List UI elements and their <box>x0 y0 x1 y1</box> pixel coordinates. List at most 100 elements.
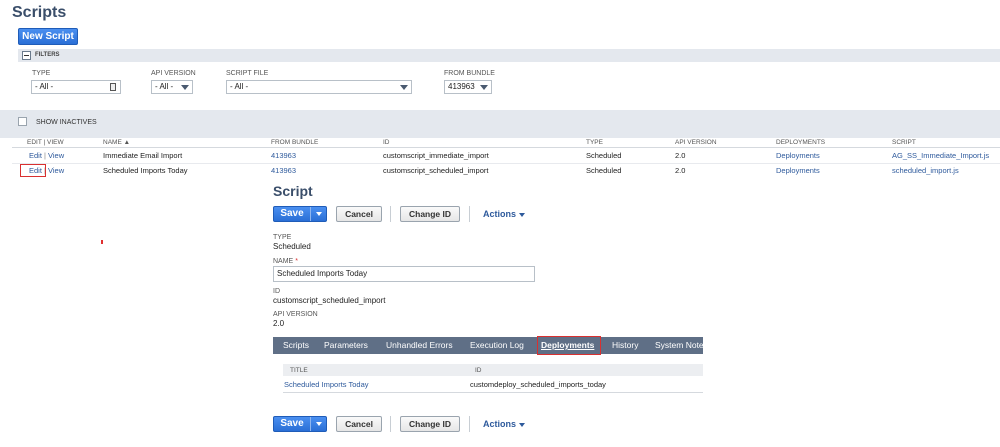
name-label-text: NAME <box>273 258 294 265</box>
filter-script-file-value: - All - <box>230 82 249 91</box>
name-label: NAME * <box>273 258 298 265</box>
api-version-label: API VERSION <box>273 311 318 318</box>
deployment-title-link[interactable]: Scheduled Imports Today <box>284 380 369 389</box>
chevron-down-icon <box>480 85 488 90</box>
api-version: 2.0 <box>675 166 686 175</box>
id-value: customscript_scheduled_import <box>273 296 386 305</box>
chevron-down-icon[interactable] <box>310 417 326 431</box>
deployments-link[interactable]: Deployments <box>776 151 820 160</box>
filter-script-file-select[interactable]: - All - <box>226 80 412 94</box>
annotation-mark <box>101 240 103 244</box>
tab-parameters[interactable]: Parameters <box>324 340 368 350</box>
toolbar-divider <box>469 416 470 432</box>
filters-header <box>18 49 1000 62</box>
actions-label: Actions <box>483 419 517 429</box>
show-inactives-checkbox[interactable] <box>18 117 27 126</box>
form-title: Script <box>273 183 313 199</box>
col-header-script[interactable]: SCRIPT <box>892 139 916 146</box>
col-header-edit-view: EDIT | VIEW <box>27 139 64 146</box>
filter-api-version-value: - All - <box>155 82 174 91</box>
edit-highlight-box <box>20 164 46 177</box>
col-header-name[interactable]: NAME ▲ <box>103 139 130 146</box>
tab-execution-log[interactable]: Execution Log <box>470 340 524 350</box>
col-header-api-version[interactable]: API VERSION <box>675 139 717 146</box>
bundle-link[interactable]: 413963 <box>271 151 296 160</box>
tab-unhandled-errors[interactable]: Unhandled Errors <box>386 340 453 350</box>
chevron-down-icon <box>181 85 189 90</box>
script-type: Scheduled <box>586 151 622 160</box>
view-link[interactable]: View <box>48 166 64 175</box>
caret-down-icon <box>519 212 526 217</box>
list-options-bar <box>0 110 1000 138</box>
show-inactives-label: SHOW INACTIVES <box>36 119 97 126</box>
tab-history[interactable]: History <box>612 340 638 350</box>
filter-api-version-select[interactable]: - All - <box>151 80 193 94</box>
edit-view-separator: | <box>44 151 46 160</box>
script-type: Scheduled <box>586 166 622 175</box>
script-file-link[interactable]: scheduled_import.js <box>892 166 959 175</box>
table-row: Edit | View Scheduled Imports Today 4139… <box>0 166 1000 178</box>
filter-script-file-label: SCRIPT FILE <box>226 70 269 77</box>
type-label: TYPE <box>273 234 292 241</box>
collapse-icon[interactable] <box>22 51 31 60</box>
sublist-col-id: ID <box>475 367 482 374</box>
id-label: ID <box>273 288 280 295</box>
actions-label: Actions <box>483 209 517 219</box>
cancel-button-bottom[interactable]: Cancel <box>336 416 382 432</box>
actions-menu-bottom[interactable]: Actions <box>483 419 526 429</box>
deployments-link[interactable]: Deployments <box>776 166 820 175</box>
name-input[interactable]: Scheduled Imports Today <box>273 266 535 282</box>
save-button-bottom[interactable]: Save <box>273 416 327 432</box>
cancel-button[interactable]: Cancel <box>336 206 382 222</box>
deployment-id: customdeploy_scheduled_imports_today <box>470 380 606 389</box>
toolbar-divider <box>469 206 470 222</box>
chevron-down-icon <box>400 85 408 90</box>
save-label: Save <box>280 418 304 429</box>
table-row: Edit | View Immediate Email Import 41396… <box>0 151 1000 163</box>
row-divider <box>12 163 1000 164</box>
page-title: Scripts <box>12 4 67 21</box>
type-value: Scheduled <box>273 242 311 251</box>
chevron-down-icon[interactable] <box>310 207 326 221</box>
tab-scripts[interactable]: Scripts <box>283 340 309 350</box>
save-label: Save <box>280 208 304 219</box>
api-version: 2.0 <box>675 151 686 160</box>
new-script-button[interactable]: New Script <box>18 28 78 45</box>
deployments-highlight-box <box>537 336 601 355</box>
tab-system-notes[interactable]: System Notes <box>655 340 703 350</box>
col-header-type[interactable]: TYPE <box>586 139 603 146</box>
bundle-link[interactable]: 413963 <box>271 166 296 175</box>
toolbar-divider <box>390 416 391 432</box>
change-id-button[interactable]: Change ID <box>400 206 460 222</box>
filter-from-bundle-value: 413963 <box>448 82 475 91</box>
caret-down-icon <box>519 422 526 427</box>
api-version-value: 2.0 <box>273 319 285 328</box>
required-marker: * <box>295 258 298 265</box>
script-name: Scheduled Imports Today <box>103 166 188 175</box>
toolbar-divider <box>390 206 391 222</box>
sublist-header <box>283 364 703 376</box>
sublist-divider <box>283 392 703 393</box>
filter-from-bundle-label: FROM BUNDLE <box>444 70 495 77</box>
col-header-deployments[interactable]: DEPLOYMENTS <box>776 139 825 146</box>
list-icon[interactable] <box>110 83 116 91</box>
actions-menu[interactable]: Actions <box>483 209 526 219</box>
subtab-bar: Scripts Parameters Unhandled Errors Exec… <box>273 337 703 354</box>
script-id: customscript_immediate_import <box>383 151 489 160</box>
filter-type-value: - All - <box>35 82 54 91</box>
change-id-button-bottom[interactable]: Change ID <box>400 416 460 432</box>
sublist-col-title: TITLE <box>290 367 308 374</box>
view-link[interactable]: View <box>48 151 64 160</box>
script-id: customscript_scheduled_import <box>383 166 489 175</box>
filter-from-bundle-select[interactable]: 413963 <box>444 80 492 94</box>
header-divider <box>12 147 1000 148</box>
filters-label: FILTERS <box>35 52 60 58</box>
edit-link[interactable]: Edit <box>29 151 42 160</box>
filter-api-version-label: API VERSION <box>151 70 196 77</box>
col-header-id[interactable]: ID <box>383 139 390 146</box>
col-header-from-bundle[interactable]: FROM BUNDLE <box>271 139 318 146</box>
script-name: Immediate Email Import <box>103 151 183 160</box>
filter-type-select[interactable]: - All - <box>31 80 121 94</box>
script-file-link[interactable]: AG_SS_Immediate_Import.js <box>892 151 989 160</box>
save-button[interactable]: Save <box>273 206 327 222</box>
